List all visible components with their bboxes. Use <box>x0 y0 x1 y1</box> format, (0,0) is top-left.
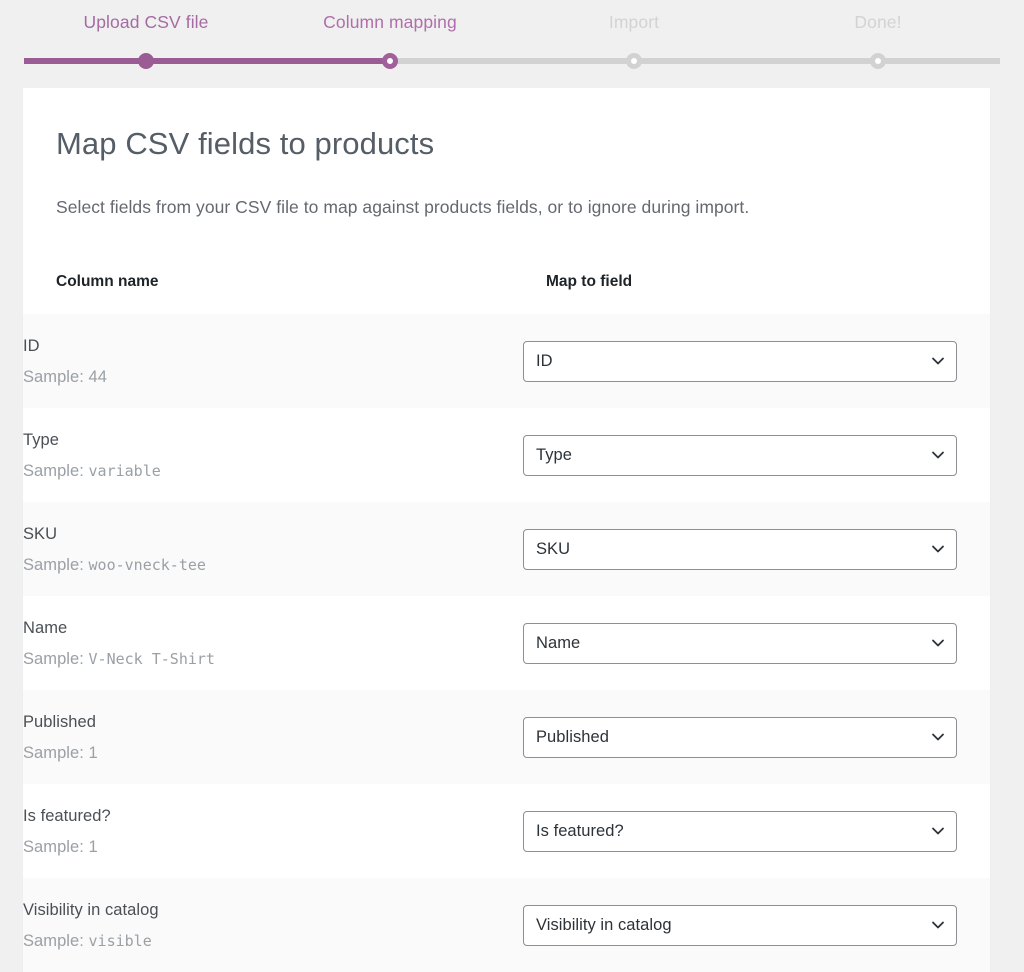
sample-label: Sample: <box>23 649 84 668</box>
cell-column-name: Published Sample: 1 <box>23 690 523 784</box>
sample-value: 1 <box>88 743 98 762</box>
column-name-text: Published <box>23 712 96 731</box>
stepper-label-2: Import <box>608 12 660 32</box>
table-row: Published Sample: 1 Published <box>23 690 990 784</box>
table-header-row: Column name Map to field <box>23 250 990 314</box>
map-field-select-wrapper: Is featured? <box>523 810 957 852</box>
sample-value: V-Neck T-Shirt <box>88 649 215 668</box>
table-row: Visibility in catalog Sample: visible Visi… <box>23 878 990 972</box>
cell-map-to-field: Name <box>523 596 990 690</box>
column-name-text: SKU <box>23 524 58 543</box>
column-name-text: Visibility in catalog <box>23 900 159 919</box>
map-field-select[interactable]: Type <box>523 434 957 476</box>
table-row: Name Sample: V-Neck T-Shirt Name <box>23 596 990 690</box>
table-row: Is featured? Sample: 1 Is featured? <box>23 784 990 878</box>
map-field-select-wrapper: Type <box>523 434 957 476</box>
card-header: Map CSV fields to products Select fields… <box>23 88 990 250</box>
sample-label: Sample: <box>23 931 84 950</box>
cell-column-name: Name Sample: V-Neck T-Shirt <box>23 596 523 690</box>
column-sample-text: Sample: 1 <box>23 741 523 765</box>
cell-map-to-field: SKU <box>523 502 990 596</box>
stepper-dot-3 <box>870 53 886 69</box>
column-sample-text: Sample: visible <box>23 929 523 953</box>
stepper-label-1: Column mapping <box>323 12 457 32</box>
column-name-text: Type <box>23 430 59 449</box>
column-sample-text: Sample: woo-vneck-tee <box>23 553 523 577</box>
map-field-select-wrapper: Visibility in catalog <box>523 904 957 946</box>
stepper-dot-cell-3 <box>756 50 1000 72</box>
cell-map-to-field: ID <box>523 314 990 408</box>
sample-label: Sample: <box>23 367 84 386</box>
map-field-select-wrapper: Name <box>523 622 957 664</box>
mapping-card: Map CSV fields to products Select fields… <box>23 88 990 972</box>
sample-value: woo-vneck-tee <box>88 555 206 574</box>
column-name-text: Is featured? <box>23 806 111 825</box>
page-description: Select fields from your CSV file to map … <box>56 197 750 217</box>
column-sample-text: Sample: 44 <box>23 365 523 389</box>
stepper-dots <box>24 50 1000 72</box>
map-field-select[interactable]: ID <box>523 340 957 382</box>
table-row: Type Sample: variable Type <box>23 408 990 502</box>
stepper-dot-cell-0 <box>24 50 268 72</box>
page-title: Map CSV fields to products <box>56 126 435 161</box>
map-field-select[interactable]: Name <box>523 622 957 664</box>
cell-column-name: Is featured? Sample: 1 <box>23 784 523 878</box>
cell-map-to-field: Type <box>523 408 990 502</box>
table-body: ID Sample: 44 ID Type Sample: variable Type SK… <box>23 314 990 972</box>
column-sample-text: Sample: 1 <box>23 835 523 859</box>
cell-map-to-field: Visibility in catalog <box>523 878 990 972</box>
stepper-dot-2 <box>626 53 642 69</box>
cell-column-name: Visibility in catalog Sample: visible <box>23 878 523 972</box>
stepper-dot-1 <box>382 53 398 69</box>
map-field-select[interactable]: Is featured? <box>523 810 957 852</box>
cell-column-name: ID Sample: 44 <box>23 314 523 408</box>
map-field-select[interactable]: Visibility in catalog <box>523 904 957 946</box>
map-field-select[interactable]: Published <box>523 716 957 758</box>
sample-value: variable <box>88 461 161 480</box>
column-name-text: Name <box>23 618 68 637</box>
sample-value: 1 <box>88 837 98 856</box>
column-sample-text: Sample: V-Neck T-Shirt <box>23 647 523 671</box>
sample-label: Sample: <box>23 555 84 574</box>
map-field-select[interactable]: SKU <box>523 528 957 570</box>
map-field-select-wrapper: ID <box>523 340 957 382</box>
cell-map-to-field: Published <box>523 690 990 784</box>
sample-value: 44 <box>88 367 107 386</box>
header-column-name: Column name <box>23 250 523 314</box>
stepper-dot-0 <box>138 53 154 69</box>
stepper-dot-cell-1 <box>268 50 512 72</box>
table-head: Column name Map to field <box>23 250 990 314</box>
stepper-track <box>24 50 1000 72</box>
table-row: SKU Sample: woo-vneck-tee SKU <box>23 502 990 596</box>
stepper-labels: Upload CSV file Column mapping Import Done! <box>24 11 1000 33</box>
sample-label: Sample: <box>23 837 84 856</box>
column-sample-text: Sample: variable <box>23 459 523 483</box>
sample-value: visible <box>88 931 152 950</box>
cell-column-name: SKU Sample: woo-vneck-tee <box>23 502 523 596</box>
map-field-select-wrapper: Published <box>523 716 957 758</box>
stepper-label-3: Done! <box>854 12 902 32</box>
sample-label: Sample: <box>23 743 84 762</box>
stepper-dot-cell-2 <box>512 50 756 72</box>
column-mapping-table: Column name Map to field ID Sample: 44 ID T… <box>23 250 990 972</box>
import-progress-stepper: Upload CSV file Column mapping Import Done! <box>0 0 1024 88</box>
table-row: ID Sample: 44 ID <box>23 314 990 408</box>
cell-map-to-field: Is featured? <box>523 784 990 878</box>
map-field-select-wrapper: SKU <box>523 528 957 570</box>
sample-label: Sample: <box>23 461 84 480</box>
stepper-label-0: Upload CSV file <box>83 12 209 32</box>
cell-column-name: Type Sample: variable <box>23 408 523 502</box>
header-map-to-field: Map to field <box>523 250 990 314</box>
column-name-text: ID <box>23 336 40 355</box>
